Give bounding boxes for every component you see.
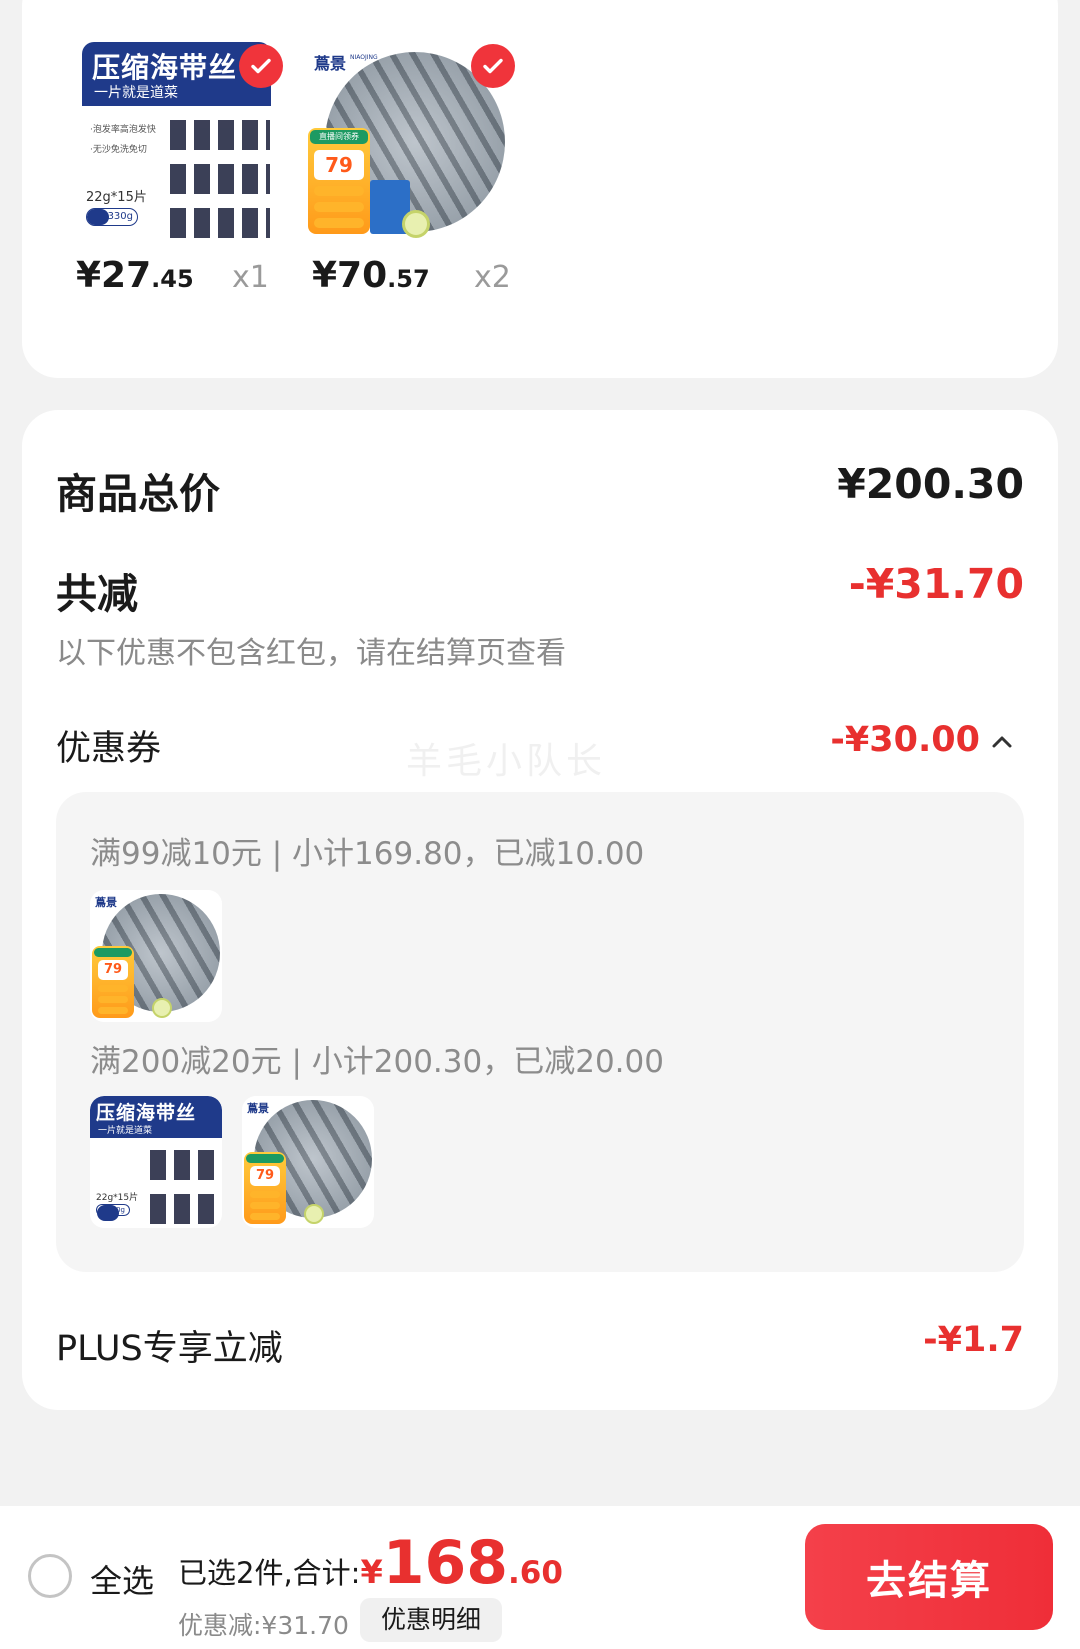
product-thumbnail-shrimp[interactable]: 蔦景 NIAOJING 直播间领券 79	[306, 42, 515, 242]
product-qty-shrimp: x2	[474, 260, 511, 295]
shrimp-brand-logo: 蔦景	[247, 1102, 269, 1115]
selected-products-card: 压缩海带丝 一片就是道菜 ·泡发率高泡发快 ·无沙免洗免切 22g*15片 33…	[22, 0, 1058, 378]
product-price-kelp: ¥27.45	[76, 255, 194, 296]
shrimp-tag-price: 79	[250, 1166, 280, 1186]
watermark-text: 羊毛小队长	[406, 741, 607, 782]
coupon-value[interactable]: -¥30.00	[830, 720, 980, 760]
checkout-button[interactable]: 去结算	[805, 1524, 1053, 1630]
shrimp-brand-logo: 蔦景	[314, 54, 347, 73]
coupon-rule-text: 满99减10元 | 小计169.80，已减10.00	[90, 836, 645, 872]
total-currency: ¥	[360, 1553, 383, 1591]
reduction-hint-text: 以下优惠不包含红包，请在结算页查看	[56, 636, 566, 671]
shrimp-tag-price: 79	[98, 960, 128, 980]
price-summary-card: 商品总价 ¥200.30 共减 -¥31.70 以下优惠不包含红包，请在结算页查…	[22, 410, 1058, 1410]
discount-detail-button[interactable]: 优惠明细	[360, 1598, 502, 1642]
kelp-bullet: ·无沙免洗免切	[90, 145, 147, 155]
total-integer: 168	[382, 1528, 508, 1598]
product-price-shrimp: ¥70.57	[312, 255, 430, 296]
coupon-rule-text: 满200减20元 | 小计200.30，已减20.00	[90, 1044, 664, 1080]
discount-amount-text: 优惠减:¥31.70	[178, 1611, 349, 1640]
selected-check-icon[interactable]	[471, 44, 515, 88]
coupon-label[interactable]: 优惠券	[56, 720, 161, 771]
price-decimal: .57	[387, 265, 430, 293]
shrimp-product-image: 蔦景 79	[242, 1096, 374, 1228]
kelp-image-title: 压缩海带丝	[96, 1102, 197, 1124]
plus-discount-value: -¥1.7	[923, 1320, 1024, 1360]
coupon-item-thumbnail-shrimp[interactable]: 蔦景 79	[242, 1096, 374, 1228]
kelp-image-net-weight: 330g	[86, 208, 138, 226]
kelp-product-image: 压缩海带丝 一片就是道菜 22g*15片 330g	[90, 1096, 222, 1228]
kelp-image-title: 压缩海带丝	[92, 51, 238, 84]
kelp-packs-graphic	[170, 114, 270, 238]
plus-discount-label: PLUS专享立减	[56, 1329, 283, 1369]
kelp-image-bullets: ·泡发率高泡发快 ·无沙免洗免切	[90, 120, 156, 160]
coupon-detail-panel: 满99减10元 | 小计169.80，已减10.00 蔦景 79 满200减20…	[56, 792, 1024, 1272]
shrimp-tag-head: 直播间领券	[310, 130, 368, 144]
goods-total-value: ¥200.30	[837, 460, 1024, 508]
shrimp-brand-sub: NIAOJING	[350, 54, 378, 61]
select-all-label[interactable]: 全选	[90, 1556, 154, 1602]
selected-check-icon[interactable]	[239, 44, 283, 88]
product-thumbnail-kelp[interactable]: 压缩海带丝 一片就是道菜 ·泡发率高泡发快 ·无沙免洗免切 22g*15片 33…	[74, 42, 283, 242]
total-reduction-label: 共减	[56, 570, 138, 618]
kelp-bullet: ·泡发率高泡发快	[90, 125, 156, 135]
shrimp-promo-tag: 直播间领券 79	[308, 128, 370, 234]
coupon-item-thumbnail-shrimp[interactable]: 蔦景 79	[90, 890, 222, 1022]
select-all-radio[interactable]	[28, 1554, 72, 1598]
product-qty-kelp: x1	[232, 260, 269, 295]
total-reduction-value: -¥31.70	[848, 560, 1024, 608]
price-integer: ¥70	[312, 255, 388, 296]
kelp-image-spec: 22g*15片	[96, 1193, 139, 1203]
price-decimal: .45	[151, 265, 194, 293]
chevron-up-icon[interactable]	[990, 730, 1014, 754]
checkout-bottom-bar: 全选 已选2件,合计:¥168.60 优惠减:¥31.70 优惠明细 去结算	[0, 1506, 1080, 1649]
coupon-item-thumbnail-kelp[interactable]: 压缩海带丝 一片就是道菜 22g*15片 330g	[90, 1096, 222, 1228]
selected-count-label: 已选2件,合计:	[178, 1556, 361, 1590]
kelp-image-net-weight: 330g	[96, 1204, 130, 1221]
kelp-image-subtitle: 一片就是道菜	[94, 85, 178, 101]
shrimp-brand-logo: 蔦景	[95, 896, 117, 909]
selected-total: 已选2件,合计:¥168.60	[178, 1528, 563, 1598]
shrimp-tag-price: 79	[314, 150, 364, 180]
shrimp-product-image: 蔦景 79	[90, 890, 222, 1022]
lemon-graphic	[402, 210, 430, 238]
goods-total-label: 商品总价	[56, 470, 220, 518]
kelp-image-spec: 22g*15片	[86, 190, 147, 205]
price-integer: ¥27	[76, 255, 152, 296]
total-decimal: .60	[507, 1555, 563, 1591]
kelp-image-subtitle: 一片就是道菜	[98, 1126, 153, 1136]
